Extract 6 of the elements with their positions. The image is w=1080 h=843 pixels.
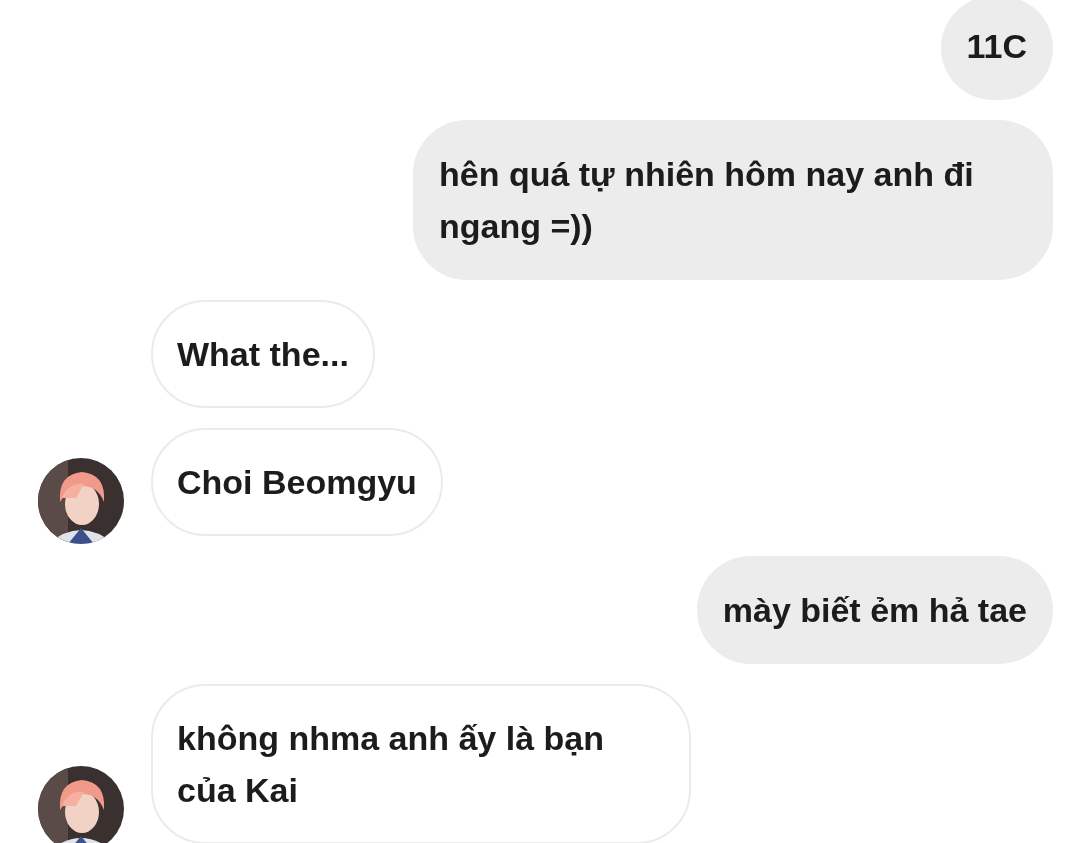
message-bubble: 11C (940, 0, 1053, 100)
message-bubble: mày biết ẻm hả tae (696, 556, 1053, 664)
message-bubble: hên quá tự nhiên hôm nay anh đi ngang =)) (413, 120, 1053, 280)
message-bubble: What the... (151, 300, 375, 408)
message-bubble: không nhma anh ấy là bạn của Kai (151, 684, 691, 843)
message-bubble: Choi Beomgyu (151, 428, 443, 536)
